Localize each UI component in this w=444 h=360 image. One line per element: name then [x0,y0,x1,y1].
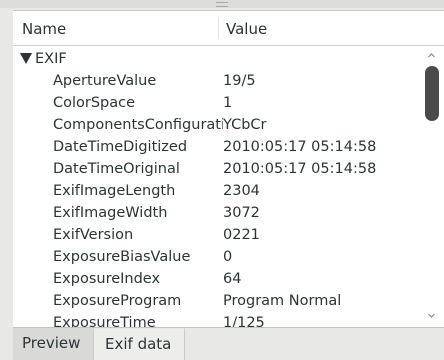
exif-tag-value: 2010:05:17 05:14:58 [223,161,377,177]
exif-tag-value: 0 [223,249,233,265]
tab-exif-data[interactable]: Exif data [93,328,185,360]
exif-tag-value: 19/5 [223,73,256,89]
exif-tag-name: ExifImageWidth [53,205,168,221]
tab-preview[interactable]: Preview [13,328,93,360]
exif-tag-value: YCbCr [223,117,267,133]
exif-tag-value: 3072 [223,205,260,221]
exif-tag-value: 64 [223,271,242,287]
table-row[interactable]: ExposureTime 1/125 [13,313,420,327]
pane-resize-handle[interactable] [0,0,444,8]
column-header: Name Value [13,10,444,46]
exif-tree-view[interactable]: EXIF ApertureValue 19/5 ColorSpace 1 Com… [13,46,420,327]
table-row[interactable]: ApertureValue 19/5 [13,71,420,93]
table-row[interactable]: ExifImageLength 2304 [13,181,420,203]
exif-tag-value: 1/125 [223,315,265,327]
table-row[interactable]: ColorSpace 1 [13,93,420,115]
chevron-down-icon[interactable] [428,312,435,319]
table-row[interactable]: ComponentsConfiguration YCbCr [13,115,420,137]
exif-tag-name: ExposureBiasValue [53,249,191,265]
exif-tag-value: 2304 [223,183,260,199]
exif-tag-name: DateTimeDigitized [53,139,188,155]
left-margin [0,8,13,360]
exif-tag-value: 0221 [223,227,260,243]
exif-tag-name: ExposureTime [53,315,156,327]
exif-tag-name: DateTimeOriginal [53,161,180,177]
triangle-down-icon[interactable] [20,53,32,64]
scrollbar-thumb[interactable] [425,66,439,121]
tab-bar: Preview Exif data [13,327,444,360]
table-row[interactable]: DateTimeOriginal 2010:05:17 05:14:58 [13,159,420,181]
exif-tag-value: Program Normal [223,293,342,309]
exif-tag-name: ColorSpace [53,95,136,111]
column-header-value[interactable]: Value [226,20,267,38]
exif-tag-name: ExposureIndex [53,271,161,287]
exif-tag-name: ApertureValue [53,73,157,89]
exif-panel-window: Name Value EXIF ApertureValue 19/5 Color… [0,0,444,360]
exif-tag-value: 1 [223,95,233,111]
chevron-up-icon[interactable] [428,52,435,59]
tree-group-exif[interactable]: EXIF [13,49,420,71]
grip-icon [216,2,228,7]
table-row[interactable]: ExposureProgram Program Normal [13,291,420,313]
tab-label: Preview [22,334,81,352]
exif-tag-name: ComponentsConfiguration [53,117,223,133]
exif-tag-name: ExifImageLength [53,183,176,199]
column-header-name[interactable]: Name [22,20,66,38]
column-separator[interactable] [218,17,219,39]
table-row[interactable]: ExifVersion 0221 [13,225,420,247]
table-row[interactable]: ExposureIndex 64 [13,269,420,291]
tree-group-label: EXIF [35,51,67,67]
exif-tag-name: ExposureProgram [53,293,182,309]
table-row[interactable]: ExposureBiasValue 0 [13,247,420,269]
exif-tag-name: ExifVersion [53,227,134,243]
table-row[interactable]: DateTimeDigitized 2010:05:17 05:14:58 [13,137,420,159]
table-row[interactable]: ExifImageWidth 3072 [13,203,420,225]
exif-tag-value: 2010:05:17 05:14:58 [223,139,377,155]
tab-label: Exif data [105,335,172,353]
